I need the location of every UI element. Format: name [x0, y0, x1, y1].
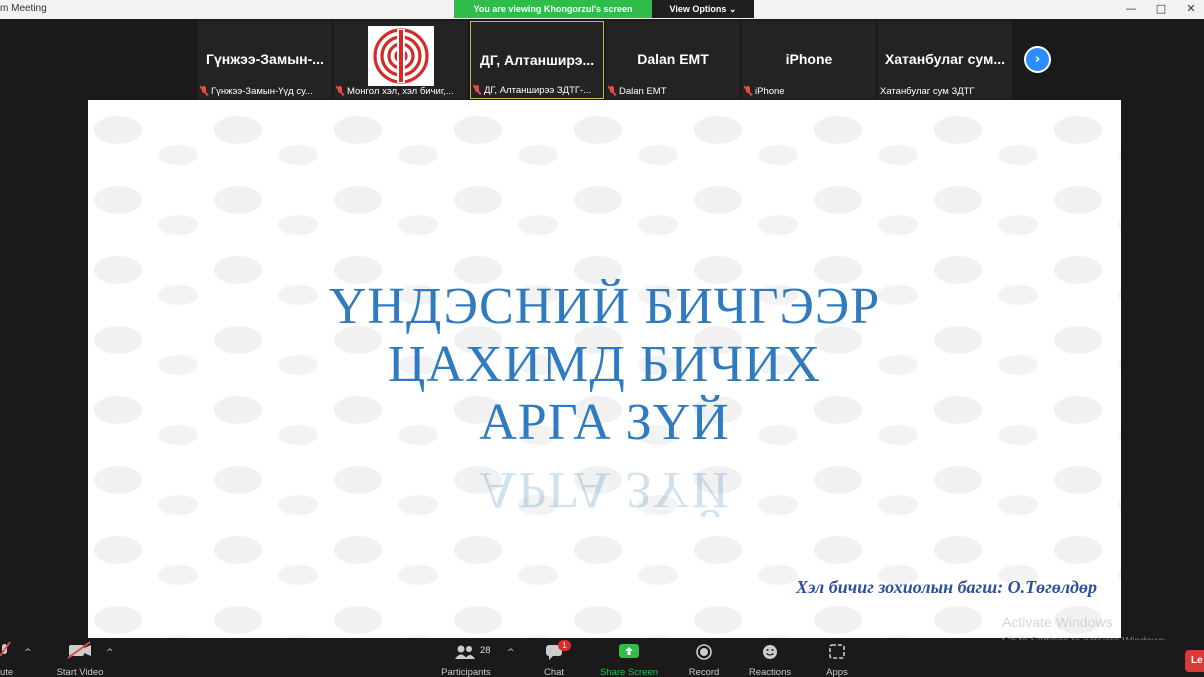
- start-video-button[interactable]: Start Video: [50, 640, 110, 677]
- mic-muted-icon: [608, 86, 616, 96]
- participant-label-text: ДГ, Алтанширээ ЗДТГ-...: [484, 84, 592, 96]
- participant-name: Хатанбулаг сум...: [884, 51, 1006, 67]
- participant-tile-active-speaker[interactable]: ДГ, Алтанширэ... ДГ, Алтанширээ ЗДТГ-...: [470, 21, 604, 99]
- record-icon: [683, 640, 725, 664]
- participant-label-text: Монгол хэл, хэл бичиг,...: [347, 85, 454, 97]
- participant-label: iPhone: [744, 84, 874, 98]
- title-bar: m Meeting You are viewing Khongorzul's s…: [0, 0, 1204, 19]
- minimize-icon[interactable]: —: [1116, 1, 1146, 17]
- mute-button[interactable]: ute: [0, 640, 30, 677]
- participants-button[interactable]: 28 Participants: [434, 640, 498, 677]
- mic-muted-icon: [200, 86, 208, 96]
- smiley-icon: [744, 640, 796, 664]
- participant-name: ДГ, Алтанширэ...: [479, 52, 595, 68]
- participant-label: Гүнжээ-Замын-Үүд су...: [200, 84, 330, 98]
- participant-label: Dalan EMT: [608, 84, 738, 98]
- chevron-up-icon[interactable]: ^: [24, 648, 32, 658]
- chat-button[interactable]: 1 Chat: [534, 640, 574, 677]
- mic-muted-icon: [336, 86, 344, 96]
- apps-icon: [818, 640, 856, 664]
- organization-logo: [368, 26, 434, 86]
- slide-title-line: ЦАХИМД БИЧИХ: [387, 336, 822, 393]
- participant-label: Хатанбулаг сум ЗДТГ: [880, 84, 1010, 98]
- participant-label-text: Гүнжээ-Замын-Үүд су...: [211, 85, 313, 97]
- participant-name: Dalan EMT: [637, 51, 709, 67]
- shared-screen-slide: ҮНДЭСНИЙ БИЧГЭЭР ЦАХИМД БИЧИХ АРГА ЗҮЙ А…: [88, 100, 1121, 638]
- video-off-icon: [50, 640, 110, 664]
- participant-name: iPhone: [785, 51, 833, 67]
- participant-strip: Гүнжээ-Замын-... Гүнжээ-Замын-Үүд су...: [198, 21, 1014, 99]
- view-options-button[interactable]: View Options ⌄: [652, 0, 754, 18]
- participant-label: ДГ, Алтанширээ ЗДТГ-...: [473, 83, 601, 97]
- app-title: m Meeting: [0, 3, 47, 14]
- participant-label-text: iPhone: [755, 85, 785, 97]
- slide-author: Хэл бичиг зохиолын багш: О.Төгөлдөр: [796, 577, 1097, 597]
- reactions-button[interactable]: Reactions: [744, 640, 796, 677]
- participant-tile[interactable]: Монгол хэл, хэл бичиг,...: [334, 21, 468, 99]
- participant-label: Монгол хэл, хэл бичиг,...: [336, 84, 466, 98]
- chevron-up-icon[interactable]: ^: [106, 648, 114, 658]
- zoom-meeting-window: m Meeting You are viewing Khongorzul's s…: [0, 0, 1204, 677]
- slide-title-reflection: АРГА ЗҮЙ: [88, 472, 1121, 518]
- participant-tile[interactable]: Dalan EMT Dalan EMT: [606, 21, 740, 99]
- slide-title-reflection-line: АРГА ЗҮЙ: [479, 472, 730, 518]
- record-button[interactable]: Record: [683, 640, 725, 677]
- share-screen-button[interactable]: Share Screen: [594, 640, 664, 677]
- chevron-right-icon: ›: [1034, 52, 1041, 67]
- mic-muted-icon: [473, 85, 481, 95]
- activate-windows-watermark: Activate Windows: [1002, 614, 1113, 630]
- slide-title-line: АРГА ЗҮЙ: [479, 394, 730, 451]
- participants-count: 28: [480, 645, 491, 656]
- slide-title-line: ҮНДЭСНИЙ БИЧГЭЭР: [328, 278, 881, 335]
- participant-tile[interactable]: Хатанбулаг сум... Хатанбулаг сум ЗДТГ: [878, 21, 1012, 99]
- close-icon[interactable]: ✕: [1176, 1, 1204, 17]
- chat-unread-badge: 1: [558, 640, 571, 651]
- next-page-button[interactable]: ›: [1024, 46, 1051, 73]
- share-screen-icon: [594, 640, 664, 664]
- chat-icon: 1: [534, 640, 574, 664]
- apps-button[interactable]: Apps: [818, 640, 856, 677]
- mic-muted-icon: [744, 86, 752, 96]
- chevron-up-icon[interactable]: ^: [507, 648, 515, 658]
- leave-button[interactable]: Le: [1185, 650, 1204, 672]
- participant-tile[interactable]: Гүнжээ-Замын-... Гүнжээ-Замын-Үүд су...: [198, 21, 332, 99]
- participant-label-text: Хатанбулаг сум ЗДТГ: [880, 85, 975, 97]
- slide-title: ҮНДЭСНИЙ БИЧГЭЭР ЦАХИМД БИЧИХ АРГА ЗҮЙ: [88, 278, 1121, 452]
- participant-tile[interactable]: iPhone iPhone: [742, 21, 876, 99]
- participant-name: Гүнжээ-Замын-...: [206, 51, 324, 67]
- viewing-banner: You are viewing Khongorzul's screen: [454, 0, 652, 18]
- participant-label-text: Dalan EMT: [619, 85, 667, 97]
- meeting-toolbar: ute ^ Start Video ^ 28 Participants ^ 1 …: [0, 640, 1204, 677]
- maximize-icon[interactable]: □: [1146, 1, 1176, 17]
